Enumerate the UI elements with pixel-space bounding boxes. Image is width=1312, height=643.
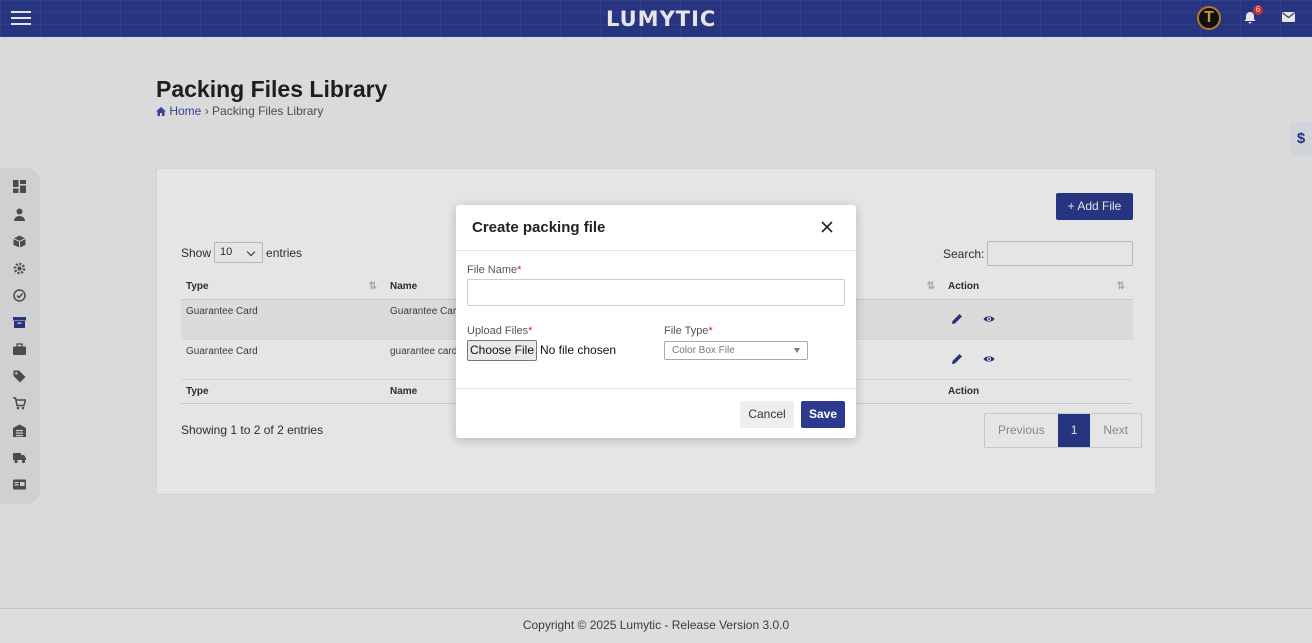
required-mark: * xyxy=(517,264,522,276)
modal-footer: Cancel Save xyxy=(456,388,856,438)
file-name-input[interactable] xyxy=(467,279,845,306)
close-icon[interactable] xyxy=(820,220,834,234)
required-mark: * xyxy=(708,325,713,337)
file-type-select[interactable]: Color Box File xyxy=(664,341,808,360)
create-packing-file-modal: Create packing file File Name* Upload Fi… xyxy=(456,205,856,438)
choose-file-button[interactable]: Choose File xyxy=(467,340,537,361)
cancel-button[interactable]: Cancel xyxy=(740,401,794,428)
modal-title: Create packing file xyxy=(472,219,606,236)
file-name-label: File Name* xyxy=(467,264,522,276)
no-file-text: No file chosen xyxy=(540,343,617,357)
modal-header: Create packing file xyxy=(456,205,856,251)
file-type-label: File Type* xyxy=(664,325,713,337)
required-mark: * xyxy=(528,325,533,337)
upload-files-label: Upload Files* xyxy=(467,325,533,337)
save-button[interactable]: Save xyxy=(801,401,845,428)
